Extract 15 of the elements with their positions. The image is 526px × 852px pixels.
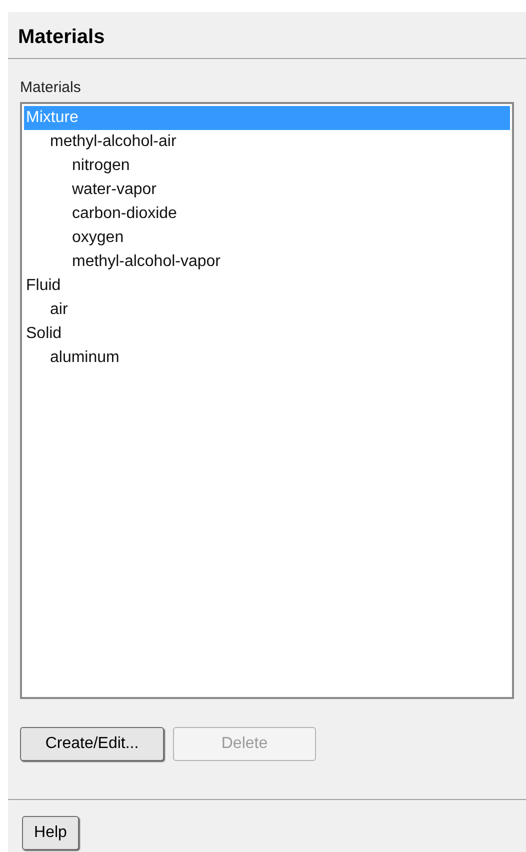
tree-item[interactable]: methyl-alcohol-vapor [24,250,510,274]
tree-item[interactable]: methyl-alcohol-air [24,130,510,154]
tree-item[interactable]: air [24,298,510,322]
button[interactable]: Create/Edit... [20,726,164,760]
panel-title: Materials [18,25,106,50]
tree-item[interactable]: carbon-dioxide [24,202,510,226]
tree-item[interactable]: oxygen [24,226,510,250]
tree-item[interactable]: aluminum [24,346,510,370]
tree-item[interactable]: water-vapor [24,178,510,202]
tree-item[interactable]: nitrogen [24,154,510,178]
tree-item[interactable]: Solid [24,322,510,346]
materials-list[interactable]: Mixture methyl-alcohol-air nitrogen water-vapor carbon-dioxide oxygen methyl-alcohol-vapor Fluid air Solid aluminum [20,102,514,698]
button[interactable]: Help [22,816,79,850]
list-label: Materials [20,78,82,98]
tree-item[interactable]: Fluid [24,274,510,298]
